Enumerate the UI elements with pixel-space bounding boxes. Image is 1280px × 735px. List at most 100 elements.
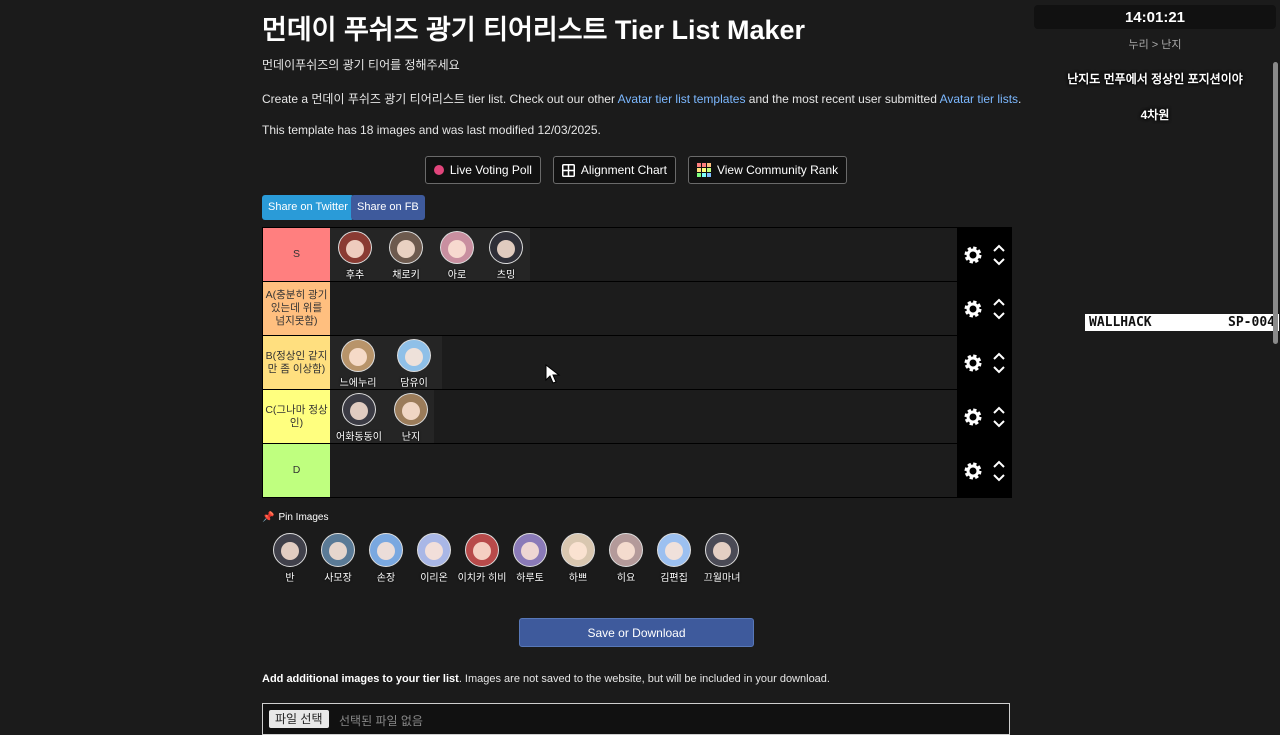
pool-item[interactable]: 하루토 [506,530,554,584]
character-item[interactable]: 난지 [388,390,434,443]
character-item[interactable]: 담유이 [386,336,442,389]
avatar [394,393,428,426]
save-download-button[interactable]: Save or Download [519,618,754,647]
tier-b-items: 느에누리 담유이 [330,336,442,389]
character-item[interactable]: 채로키 [380,228,432,281]
gear-icon[interactable] [963,353,983,373]
pool-item[interactable]: 김편집 [650,530,698,584]
character-name: 끄월마녀 [703,573,741,584]
pool-item[interactable]: 이치카 히비 [458,530,506,584]
avatar [273,533,307,567]
tier-label[interactable]: B(정상인 같지만 좀 이상함) [263,336,330,389]
character-name: 이치카 히비 [457,573,507,584]
tier-items[interactable] [330,282,957,335]
pin-images-toggle[interactable]: 📌 Pin Images [262,512,328,523]
chevron-up-icon[interactable] [993,298,1005,306]
character-item[interactable]: 느에누리 [330,336,386,389]
tier-row-d: D [263,444,1011,497]
chevron-down-icon[interactable] [993,365,1005,374]
character-name: 반 [285,573,295,584]
move-arrows [993,460,1005,482]
intro-middle: and the most recent user submitted [745,92,940,106]
tier-label[interactable]: C(그나마 정상인) [263,390,330,443]
move-arrows [993,352,1005,374]
clock-overlay: 14:01:21 [1034,5,1276,29]
add-images-text: Add additional images to your tier list.… [262,673,830,685]
overlay-subcaption: 4차원 [1140,108,1170,122]
character-name: 손장 [376,573,396,584]
live-voting-poll-button[interactable]: Live Voting Poll [424,156,541,184]
chevron-up-icon[interactable] [993,244,1005,252]
pool-item[interactable]: 반 [266,530,314,584]
tier-controls [957,390,1011,443]
avatar [440,231,474,264]
file-input[interactable]: 파일 선택 선택된 파일 없음 [262,703,1010,735]
tier-items[interactable]: 느에누리 담유이 [330,336,957,389]
character-name: 하쁘 [568,573,588,584]
avatar [369,533,403,567]
chevron-up-icon[interactable] [993,460,1005,468]
tier-label[interactable]: A(충분히 광기 있는데 위를 넘지못함) [263,282,330,335]
scrollbar-thumb[interactable] [1273,62,1278,344]
share-fb-button[interactable]: Share on FB [351,195,425,220]
character-name: 이리온 [420,573,448,584]
character-item[interactable]: 어화동동이 [330,390,388,443]
add-images-rest: . Images are not saved to the website, b… [458,673,830,685]
avatar [397,339,431,372]
avatar-templates-link[interactable]: Avatar tier list templates [618,92,746,106]
pool-item[interactable]: 끄월마녀 [698,530,746,584]
pool-item[interactable]: 이리온 [410,530,458,584]
tier-items[interactable]: 후추 채로키 아로 츠밍 [330,228,957,281]
gear-icon[interactable] [963,299,983,319]
record-dot-icon [433,165,444,175]
character-name: 채로키 [392,270,420,281]
grid-icon [561,163,575,177]
chevron-down-icon[interactable] [993,473,1005,482]
move-arrows [993,244,1005,266]
pool-item[interactable]: 히요 [602,530,650,584]
tier-items[interactable] [330,444,957,497]
avatar [561,533,595,567]
character-name: 아로 [447,270,467,281]
character-item[interactable]: 츠밍 [482,228,530,281]
pin-images-label: Pin Images [278,512,329,523]
pool-item[interactable]: 손장 [362,530,410,584]
avatar [489,231,523,264]
view-community-rank-button[interactable]: View Community Rank [687,156,848,184]
chevron-up-icon[interactable] [993,352,1005,360]
character-name: 츠밍 [496,270,516,281]
wallhack-banner: WALLHACK SP-004 [1085,314,1279,331]
tier-items[interactable]: 어화동동이 난지 [330,390,957,443]
move-arrows [993,298,1005,320]
gear-icon[interactable] [963,461,983,481]
choose-file-button[interactable]: 파일 선택 [269,710,329,728]
tool-buttons: Live Voting Poll Alignment Chart View Co… [262,156,1010,184]
alignment-chart-button[interactable]: Alignment Chart [552,156,676,184]
avatar-tier-lists-link[interactable]: Avatar tier lists [940,92,1018,106]
overlay-breadcrumb: 누리 > 난지 [1128,39,1182,51]
pool-item[interactable]: 하쁘 [554,530,602,584]
gear-icon[interactable] [963,245,983,265]
chevron-down-icon[interactable] [993,311,1005,320]
tier-row-c: C(그나마 정상인) 어화동동이 난지 [263,390,1011,444]
chevron-down-icon[interactable] [993,257,1005,266]
page-subtitle: 먼데이푸쉬즈의 광기 티어를 정해주세요 [262,58,460,72]
chevron-up-icon[interactable] [993,406,1005,414]
tier-table: S 후추 채로키 아로 츠밍 A(충분히 광기 있는데 위를 넘지못함) B(정… [262,227,1012,498]
gear-icon[interactable] [963,407,983,427]
tier-row-s: S 후추 채로키 아로 츠밍 [263,228,1011,282]
character-item[interactable]: 아로 [432,228,482,281]
avatar [341,339,375,372]
character-name: 사모장 [324,573,352,584]
move-arrows [993,406,1005,428]
tier-s-items: 후추 채로키 아로 츠밍 [330,228,530,281]
image-pool: 반 사모장 손장 이리온 이치카 히비 하루토 하쁘 히요 김편집 끄월마녀 [266,530,746,584]
template-info: This template has 18 images and was last… [262,123,601,137]
tier-label[interactable]: S [263,228,330,281]
tier-label[interactable]: D [263,444,330,497]
character-item[interactable]: 후추 [330,228,380,281]
pool-item[interactable]: 사모장 [314,530,362,584]
chevron-down-icon[interactable] [993,419,1005,428]
share-twitter-button[interactable]: Share on Twitter [262,195,354,220]
wallhack-label: WALLHACK [1089,315,1152,330]
